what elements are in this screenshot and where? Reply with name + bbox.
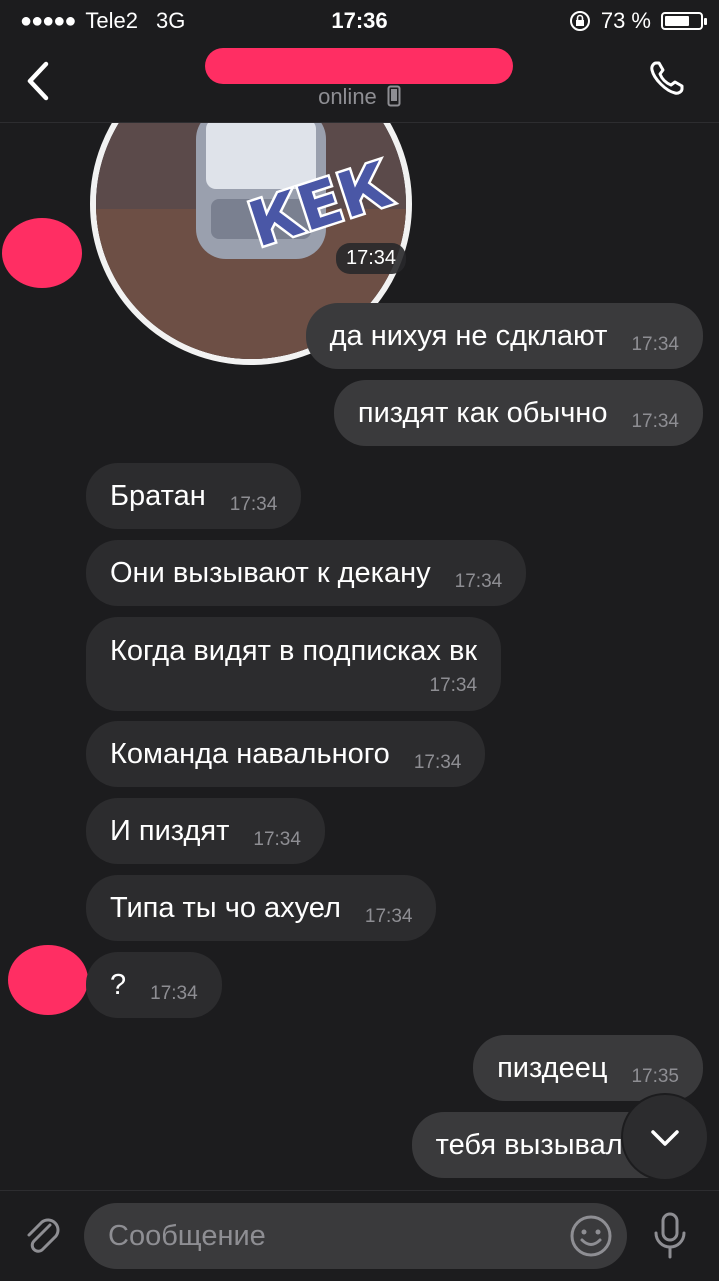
message-time: 17:34: [429, 675, 478, 696]
composer-bar: Сообщение: [0, 1190, 719, 1281]
incoming-message[interactable]: Когда видят в подписках вк 17:34: [86, 617, 502, 711]
message-time: 17:34: [229, 494, 278, 515]
message-text: ?: [110, 968, 127, 1001]
message-text: Они вызывают к декану: [110, 556, 431, 589]
mic-icon[interactable]: [648, 1211, 692, 1261]
battery-fill: [665, 16, 689, 26]
avatar-redacted[interactable]: [2, 218, 82, 288]
message-time: 17:34: [253, 829, 301, 850]
status-bar: ●●●●● Tele2 3G 17:36 73 %: [0, 0, 719, 40]
chat-header: online: [0, 40, 719, 123]
outgoing-message[interactable]: пиздят как обычно 17:34: [333, 380, 703, 446]
incoming-message[interactable]: ? 17:34: [86, 952, 222, 1018]
paperclip-icon[interactable]: [20, 1213, 66, 1259]
chevron-down-icon: [651, 1130, 679, 1146]
smile-icon[interactable]: [569, 1214, 613, 1258]
message-time: 17:34: [631, 334, 679, 355]
online-label: online: [318, 84, 377, 109]
message-time: 17:34: [454, 571, 503, 592]
battery-icon: [661, 12, 707, 30]
outgoing-message[interactable]: да нихуя не сдклают 17:34: [305, 303, 703, 369]
incoming-message[interactable]: Команда навального 17:34: [86, 721, 486, 787]
message-text: Команда навального: [110, 737, 390, 770]
message-time: 17:35: [631, 1066, 679, 1087]
message-text: Типа ты чо ахуел: [110, 891, 341, 924]
contact-name-redacted[interactable]: [205, 48, 513, 84]
phone-icon[interactable]: [647, 58, 687, 98]
message-list[interactable]: КЕК 17:34 да нихуя не сдклают 17:34 пиздят…: [0, 123, 719, 1190]
message-time: 17:34: [364, 906, 413, 927]
orientation-lock-icon: [569, 11, 590, 31]
message-input[interactable]: Сообщение: [84, 1203, 627, 1269]
message-input-placeholder: Сообщение: [108, 1219, 266, 1252]
message-time: 17:34: [150, 983, 198, 1004]
message-text: И пиздят: [110, 814, 230, 847]
incoming-message[interactable]: И пиздят 17:34: [86, 798, 325, 864]
message-text: Братан: [110, 479, 206, 512]
incoming-message[interactable]: Они вызывают к декану 17:34: [86, 540, 527, 606]
message-text: да нихуя не сдклают: [329, 319, 608, 352]
online-status: online: [0, 84, 719, 110]
incoming-message[interactable]: Братан 17:34: [86, 463, 302, 529]
message-time: 17:34: [413, 752, 462, 773]
message-text: Когда видят в подписках вк: [110, 635, 478, 667]
message-text: пиздят как обычно: [357, 396, 608, 429]
battery-percent: 73 %: [600, 8, 651, 33]
incoming-message[interactable]: Типа ты чо ахуел 17:34: [86, 875, 437, 941]
avatar-redacted[interactable]: [8, 945, 88, 1015]
sticker-time: 17:34: [336, 243, 407, 274]
message-time: 17:34: [631, 411, 679, 432]
scroll-down-button[interactable]: [623, 1095, 707, 1179]
phone-device-icon: [387, 85, 401, 107]
message-text: пиздеец: [497, 1051, 608, 1084]
outgoing-message[interactable]: пиздеец 17:35: [473, 1035, 703, 1101]
